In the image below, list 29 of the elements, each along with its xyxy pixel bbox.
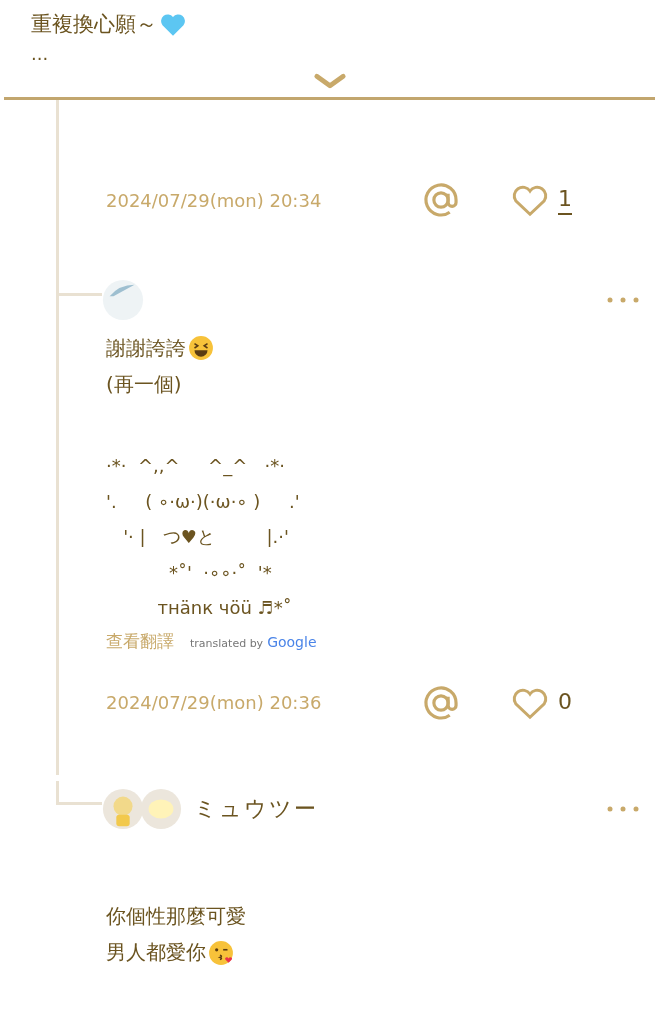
post-title: 重複換心願～ xyxy=(31,11,157,38)
kaomoji-text: *˚' ·∘∘·˚ '* xyxy=(167,560,273,585)
mention-icon[interactable] xyxy=(422,181,460,219)
username[interactable]: ミュウツー xyxy=(194,793,318,824)
mention-icon[interactable] xyxy=(422,683,460,722)
comment-text: (再一個) xyxy=(106,370,182,398)
kaomoji-text: '· | つ♥と |.·' xyxy=(122,525,290,549)
like-count: 0 xyxy=(558,689,572,716)
more-options-icon[interactable] xyxy=(607,805,639,812)
thread-line xyxy=(56,780,102,805)
kaomoji-text: тнänк чöü ♬*˚ xyxy=(156,596,293,620)
kiss-emoji-icon xyxy=(208,939,234,966)
comment-text: 你個性那麼可愛 xyxy=(106,903,246,930)
user-avatar[interactable] xyxy=(102,787,144,830)
kaomoji-text: '. ( ∘·ω·)(·ω·∘ ) .' xyxy=(106,489,301,514)
kaomoji-text: ·*· ^,,^ ^_^ ·*· xyxy=(106,454,286,479)
expand-chevron-icon[interactable] xyxy=(312,72,347,90)
comment-text: 男人都愛你 xyxy=(106,939,206,966)
timestamp: 2024/07/29(mon) 20:34 xyxy=(106,189,323,211)
comment-text: 謝謝誇誇 xyxy=(106,334,186,362)
translation-credit: translated by xyxy=(190,636,264,650)
google-logo: Google xyxy=(267,633,317,650)
user-avatar[interactable] xyxy=(102,279,144,321)
timestamp: 2024/07/29(mon) 20:36 xyxy=(106,692,323,713)
like-count[interactable]: 1 xyxy=(558,185,572,215)
user-avatar[interactable] xyxy=(140,787,182,830)
more-options-icon[interactable] xyxy=(607,297,639,303)
ellipsis-text: ... xyxy=(31,44,50,64)
laughing-emoji-icon xyxy=(188,335,214,361)
